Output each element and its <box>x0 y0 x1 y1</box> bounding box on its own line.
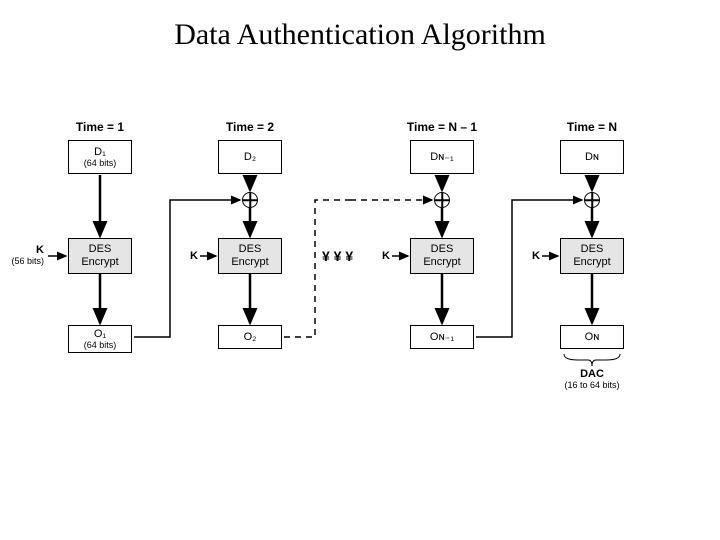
output-text: O₁ <box>94 328 106 341</box>
key-label-4: K <box>520 250 540 262</box>
page-title: Data Authentication Algorithm <box>0 18 720 52</box>
time-label-1: Time = 1 <box>40 120 160 134</box>
key-k: K <box>36 244 44 256</box>
xor-icon-2 <box>242 192 258 208</box>
data-block-text: D₁ <box>94 146 106 159</box>
data-block-text: D₂ <box>244 151 256 164</box>
data-block-text: Dɴ₋₁ <box>430 151 454 164</box>
data-block-2: D₂ <box>218 140 282 174</box>
des-encrypt-2: DES Encrypt <box>218 238 282 274</box>
des-encrypt-4: DES Encrypt <box>560 238 624 274</box>
output-1: O₁ (64 bits) <box>68 325 132 353</box>
xor-icon-3 <box>434 192 450 208</box>
key-sub: (56 bits) <box>8 256 44 266</box>
key-label-3: K <box>370 250 390 262</box>
output-2: O₂ <box>218 325 282 349</box>
key-label-1: K (56 bits) <box>8 244 44 266</box>
output-n: Oɴ <box>560 325 624 349</box>
key-label-2: K <box>178 250 198 262</box>
time-label-3: Time = N – 1 <box>382 120 502 134</box>
output-text: O₂ <box>244 331 257 344</box>
xor-icon-4 <box>584 192 600 208</box>
diagram-container: Time = 1 D₁ (64 bits) DES Encrypt O₁ (64… <box>40 120 680 470</box>
time-label-2: Time = 2 <box>190 120 310 134</box>
data-block-nminus1: Dɴ₋₁ <box>410 140 474 174</box>
output-text: Oɴ₋₁ <box>430 331 454 344</box>
time-label-4: Time = N <box>532 120 652 134</box>
output-text: Oɴ <box>585 331 600 344</box>
data-block-sub: (64 bits) <box>84 158 117 168</box>
output-sub: (64 bits) <box>84 340 117 350</box>
data-block-1: D₁ (64 bits) <box>68 140 132 174</box>
des-encrypt-1: DES Encrypt <box>68 238 132 274</box>
des-encrypt-3: DES Encrypt <box>410 238 474 274</box>
data-block-n: Dɴ <box>560 140 624 174</box>
output-nminus1: Oɴ₋₁ <box>410 325 474 349</box>
dac-label: DAC (16 to 64 bits) <box>550 368 634 390</box>
ellipsis-icon: ¥ ¥ ¥ <box>322 248 353 264</box>
dac-sub: (16 to 64 bits) <box>550 380 634 390</box>
data-block-text: Dɴ <box>585 151 599 164</box>
dac-main: DAC <box>550 368 634 380</box>
